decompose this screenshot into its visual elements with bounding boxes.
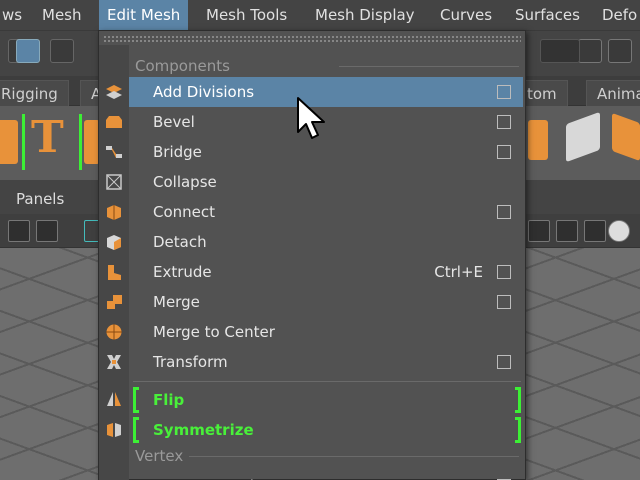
tab-anima[interactable]: Anima	[586, 80, 640, 106]
shelf-cylinder-icon[interactable]	[528, 120, 548, 160]
menu-item-label: Merge	[153, 293, 200, 311]
camera-attributes-icon[interactable]	[8, 220, 30, 242]
menu-item-flip[interactable]: Flip	[107, 385, 523, 415]
render-view-icon[interactable]	[578, 39, 602, 63]
image-plane-icon[interactable]	[36, 220, 58, 242]
render-frame-icon[interactable]	[608, 39, 632, 63]
collapse-icon	[106, 174, 122, 190]
option-box[interactable]	[497, 115, 511, 129]
menu-item-transform[interactable]: Transform	[107, 347, 523, 377]
menu-item-merge[interactable]: Merge	[107, 287, 523, 317]
film-gate-icon[interactable]	[608, 220, 630, 242]
menu-surfaces[interactable]: Surfaces	[507, 0, 588, 30]
lasso-tool-icon[interactable]	[16, 39, 40, 63]
menu-item-label: Transform	[153, 353, 228, 371]
option-box[interactable]	[497, 355, 511, 369]
option-box[interactable]	[497, 265, 511, 279]
option-box[interactable]	[497, 85, 511, 99]
menu-item-label: Average Vertices	[153, 471, 279, 480]
menu-item-label: Extrude	[153, 263, 212, 281]
tearoff-handle[interactable]	[103, 35, 521, 43]
menu-mesh[interactable]: Mesh	[34, 0, 90, 30]
menu-mesh-tools[interactable]: Mesh Tools	[198, 0, 295, 30]
detach-icon	[107, 235, 121, 250]
connect-icon	[107, 205, 121, 220]
paint-select-icon[interactable]	[50, 39, 74, 63]
merge-to-center-icon	[106, 324, 122, 340]
green-bracket-left	[133, 417, 139, 443]
add-divisions-icon	[106, 85, 122, 99]
menu-item-label: Merge to Center	[153, 323, 275, 341]
bevel-icon	[106, 116, 122, 128]
menu-curves[interactable]: Curves	[432, 0, 500, 30]
menu-item-label: Symmetrize	[153, 421, 254, 439]
menu-item-label: Bridge	[153, 143, 202, 161]
merge-icon	[107, 295, 122, 309]
flip-icon	[107, 392, 121, 406]
section-divider	[133, 381, 521, 382]
menu-item-connect[interactable]: Connect	[107, 197, 523, 227]
bridge-icon	[106, 146, 122, 158]
menu-item-label: Flip	[153, 391, 185, 409]
menu-deform[interactable]: Defo	[594, 0, 640, 30]
symmetrize-icon	[107, 423, 121, 437]
menu-windows[interactable]: ws	[0, 0, 30, 30]
text-tool-icon[interactable]: T	[22, 112, 82, 170]
section-divider	[189, 456, 519, 457]
menu-item-extrude[interactable]: Extrude Ctrl+E	[108, 257, 523, 287]
menu-item-symmetrize[interactable]: Symmetrize	[107, 415, 523, 445]
menu-item-detach[interactable]: Detach	[107, 227, 523, 257]
menu-item-label: Add Divisions	[153, 83, 255, 101]
gate-mask-icon[interactable]	[556, 220, 578, 242]
option-box[interactable]	[497, 205, 511, 219]
menu-item-label: Detach	[153, 233, 207, 251]
menu-item-collapse[interactable]: Collapse	[106, 167, 523, 197]
menu-item-label: Collapse	[153, 173, 217, 191]
option-box[interactable]	[497, 145, 511, 159]
green-bracket-right	[515, 417, 521, 443]
section-header-vertex: Vertex	[135, 447, 184, 465]
tab-rigging[interactable]: Rigging	[0, 80, 69, 106]
menu-item-average-vertices[interactable]: Average Vertices	[129, 467, 523, 480]
menu-edit-mesh[interactable]: Edit Mesh	[99, 0, 189, 30]
shortcut-label: Ctrl+E	[434, 263, 483, 281]
option-box[interactable]	[497, 295, 511, 309]
field-chart-icon[interactable]	[584, 220, 606, 242]
shelf-cube-icon[interactable]	[0, 120, 18, 164]
section-header-components: Components	[135, 57, 230, 75]
mouse-cursor-icon	[297, 97, 325, 139]
shelf-plane2-icon[interactable]	[612, 112, 640, 162]
panels-menu[interactable]: Panels	[16, 190, 64, 208]
transform-icon	[107, 355, 121, 369]
menubar: ws Mesh Edit Mesh Mesh Tools Mesh Displa…	[0, 0, 640, 30]
clapper-icon[interactable]	[540, 39, 580, 63]
menu-item-label: Bevel	[153, 113, 195, 131]
section-divider	[339, 66, 519, 67]
extrude-icon	[108, 265, 121, 280]
green-bracket-left	[133, 387, 139, 413]
menu-item-merge-to-center[interactable]: Merge to Center	[106, 317, 523, 347]
green-bracket-right	[515, 387, 521, 413]
resolution-gate-icon[interactable]	[528, 220, 550, 242]
menu-item-label: Connect	[153, 203, 216, 221]
menu-mesh-display[interactable]: Mesh Display	[307, 0, 423, 30]
shelf-plane-icon[interactable]	[566, 111, 600, 163]
